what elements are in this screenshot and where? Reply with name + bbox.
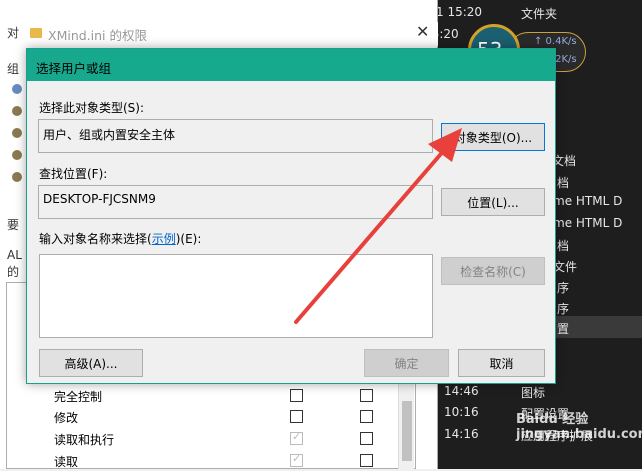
user-icon: [12, 84, 22, 94]
explorer-row-name[interactable]: me HTML D: [553, 194, 622, 208]
watermark: Baidu 经验 jingyan.baidu.com: [516, 412, 642, 442]
object-type-field: 用户、组或内置安全主体: [38, 119, 433, 153]
examples-link[interactable]: 示例: [152, 232, 176, 246]
explorer-row-name[interactable]: me HTML D: [553, 216, 622, 230]
permission-row: 完全控制: [54, 386, 394, 406]
permission-label: 完全控制: [54, 390, 103, 404]
enter-names-prefix: 输入对象名称来选择(: [39, 232, 152, 246]
side-label: 对: [7, 26, 20, 40]
explorer-row-name[interactable]: 序: [557, 300, 569, 317]
object-type-label: 选择此对象类型(S):: [39, 101, 145, 115]
scrollbar-thumb[interactable]: [402, 401, 412, 461]
deny-checkbox[interactable]: [360, 389, 373, 402]
explorer-row-time: 14:46: [444, 384, 479, 398]
user-icon: [12, 172, 22, 182]
cancel-button[interactable]: 取消: [458, 349, 545, 377]
side-label: 要: [7, 218, 20, 232]
permissions-title: XMind.ini 的权限: [48, 28, 147, 43]
object-names-textarea[interactable]: [39, 254, 433, 338]
allow-checkbox[interactable]: [290, 389, 303, 402]
deny-checkbox[interactable]: [360, 454, 373, 467]
enter-names-label: 输入对象名称来选择(示例)(E):: [39, 230, 201, 247]
check-names-button[interactable]: 检查名称(C): [441, 257, 545, 285]
advanced-button[interactable]: 高级(A)...: [39, 349, 143, 377]
user-icon: [12, 106, 22, 116]
locations-button[interactable]: 位置(L)...: [441, 188, 545, 216]
user-icon: [12, 128, 22, 138]
side-label: 的: [7, 265, 20, 279]
permission-label: 读取: [54, 455, 79, 469]
explorer-row-name[interactable]: 档: [557, 237, 569, 254]
upload-speed: ↑ 0.4K/s: [534, 36, 577, 47]
explorer-row-name[interactable]: 文件夹: [521, 5, 557, 22]
explorer-row-time: 10:16: [444, 405, 479, 419]
dialog-title-bar: 选择用户或组: [27, 49, 555, 81]
permission-label: 读取和执行: [54, 433, 115, 447]
permission-row: 修改: [54, 407, 394, 427]
select-users-dialog: 选择用户或组 选择此对象类型(S): 用户、组或内置安全主体 对象类型(O)..…: [26, 48, 556, 384]
permissions-title-bar: XMind.ini 的权限 ✕: [0, 22, 438, 46]
explorer-row-name[interactable]: 文件: [553, 258, 577, 275]
explorer-row-name[interactable]: 序: [557, 279, 569, 296]
explorer-row-name[interactable]: 档: [557, 174, 569, 191]
deny-checkbox[interactable]: [360, 410, 373, 423]
permission-row: 读取: [54, 451, 394, 471]
location-field: DESKTOP-FJCSNM9: [38, 185, 433, 219]
allow-checkbox[interactable]: [290, 452, 303, 467]
deny-checkbox[interactable]: [360, 432, 373, 445]
ok-button[interactable]: 确定: [364, 349, 449, 377]
side-label: 组: [7, 62, 20, 76]
permission-label: 修改: [54, 411, 79, 425]
allow-checkbox[interactable]: [290, 410, 303, 423]
object-types-button[interactable]: 对象类型(O)...: [441, 123, 545, 151]
side-label: AL: [7, 248, 22, 262]
explorer-row-time: 14:16: [444, 427, 479, 441]
enter-names-suffix: )(E):: [175, 232, 202, 246]
vertical-scrollbar[interactable]: [398, 383, 414, 469]
close-icon[interactable]: ✕: [416, 22, 429, 41]
explorer-row-name[interactable]: 置: [557, 320, 569, 337]
folder-icon: [30, 28, 42, 38]
dialog-title: 选择用户或组: [36, 61, 112, 76]
allow-checkbox[interactable]: [290, 430, 303, 445]
explorer-row-name[interactable]: 图标: [521, 384, 545, 401]
user-icon: [12, 150, 22, 160]
permission-row: 读取和执行: [54, 429, 394, 449]
location-label: 查找位置(F):: [39, 167, 108, 181]
